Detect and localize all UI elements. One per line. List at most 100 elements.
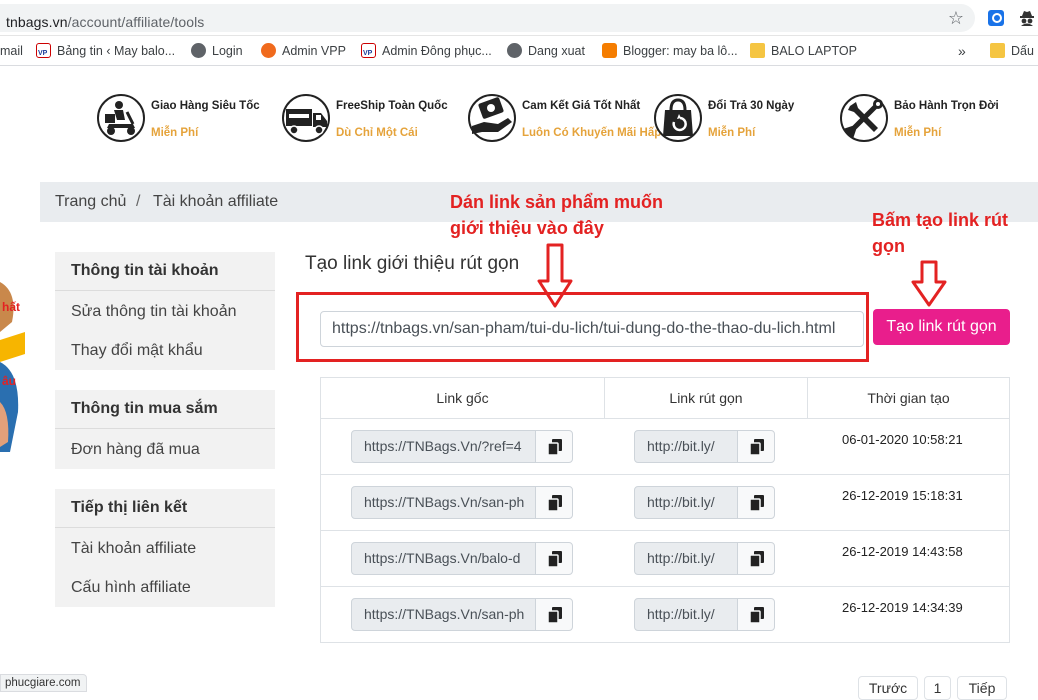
short-link-field[interactable]: http://bit.ly/	[634, 486, 738, 519]
copy-icon	[750, 439, 764, 455]
copy-button[interactable]	[535, 430, 573, 463]
created-date: 26-12-2019 14:34:39	[842, 600, 963, 615]
pagination-next-button[interactable]: Tiếp	[957, 676, 1007, 700]
row-divider	[321, 474, 1009, 475]
original-link-field[interactable]: https://TNBags.Vn/?ref=4	[351, 430, 536, 463]
product-url-input[interactable]	[320, 311, 864, 347]
sidebar-item-affiliate-account[interactable]: Tài khoản affiliate	[71, 540, 196, 558]
browser-address-bar: tnbags.vn/account/affiliate/tools ☆	[0, 0, 1038, 36]
bookmark-admin-vpp[interactable]: Admin VPP	[261, 43, 346, 61]
delivery-scooter-icon	[97, 94, 145, 142]
sidebar-section-title: Tiếp thị liên kết	[71, 499, 188, 516]
copy-button[interactable]	[535, 542, 573, 575]
copy-icon	[750, 495, 764, 511]
folder-icon	[750, 43, 765, 58]
annotation-line: Bấm tạo link rút	[872, 210, 1009, 230]
extension-search-icon[interactable]	[988, 10, 1004, 26]
bookmark-label: Admin VPP	[282, 44, 346, 58]
bookmark-label: Admin Đông phục...	[382, 44, 492, 58]
short-link-field[interactable]: http://bit.ly/	[634, 430, 738, 463]
feature-lifetime-warranty: Bảo Hành Trọn Đời Miễn Phí	[840, 94, 1020, 160]
feature-subtitle: Miễn Phí	[894, 127, 942, 139]
bookmark-dau[interactable]: Dấu	[990, 43, 1034, 61]
pagination-prev-button[interactable]: Trước	[858, 676, 918, 700]
copy-button[interactable]	[737, 598, 775, 631]
copy-button[interactable]	[737, 430, 775, 463]
bookmark-label: mail	[0, 44, 23, 58]
original-link-field[interactable]: https://TNBags.Vn/balo-d	[351, 542, 536, 575]
copy-icon	[548, 551, 562, 567]
money-hand-icon	[468, 94, 516, 142]
globe-icon	[191, 43, 206, 58]
url-text[interactable]: tnbags.vn/account/affiliate/tools	[6, 14, 204, 30]
bookmark-login[interactable]: Login	[191, 43, 243, 61]
arrow-down-icon	[911, 260, 947, 307]
sidebar-section-title: Thông tin mua sắm	[71, 400, 218, 417]
feature-freeship: FreeShip Toàn Quốc Dù Chỉ Một Cái	[282, 94, 462, 160]
banner-text: hất	[2, 300, 20, 314]
left-promo-banner[interactable]: hất âu	[0, 262, 25, 452]
copy-button[interactable]	[535, 598, 573, 631]
sidebar-item-affiliate-config[interactable]: Cấu hình affiliate	[71, 579, 191, 597]
copy-button[interactable]	[737, 542, 775, 575]
copy-button[interactable]	[737, 486, 775, 519]
sidebar-item-change-password[interactable]: Thay đổi mật khẩu	[71, 342, 203, 360]
feature-fast-delivery: Giao Hàng Siêu Tốc Miễn Phí	[97, 94, 277, 160]
feature-title: Cam Kết Giá Tốt Nhất	[522, 100, 641, 112]
original-link-field[interactable]: https://TNBags.Vn/san-ph	[351, 598, 536, 631]
original-link-field[interactable]: https://TNBags.Vn/san-ph	[351, 486, 536, 519]
bookmark-label: Dang xuat	[528, 44, 585, 58]
sidebar-item-edit-account[interactable]: Sửa thông tin tài khoản	[71, 303, 237, 321]
annotation-paste-text: Dán link sản phẩm muốn giới thiệu vào đâ…	[450, 189, 663, 241]
url-field[interactable]: tnbags.vn/account/affiliate/tools	[0, 4, 975, 32]
pagination-page-1[interactable]: 1	[924, 676, 951, 700]
created-date: 26-12-2019 14:43:58	[842, 544, 963, 559]
breadcrumb-home-link[interactable]: Trang chủ	[55, 193, 126, 211]
bookmark-bang-tin[interactable]: Bảng tin ‹ May balo...	[36, 43, 176, 62]
sidebar-section-header: Thông tin mua sắm	[55, 390, 275, 429]
annotation-click-text: Bấm tạo link rút gọn	[872, 207, 1008, 259]
bookmark-label: Login	[212, 44, 243, 58]
sidebar-shopping-section: Thông tin mua sắm Đơn hàng đã mua	[55, 390, 275, 469]
bookmarks-overflow-button[interactable]: »	[958, 43, 966, 61]
column-header-short: Link rút gọn	[669, 390, 743, 406]
bookmark-label: Blogger: may ba lô...	[623, 44, 738, 58]
breadcrumb-current: Tài khoản affiliate	[153, 193, 279, 210]
bookmark-balo-laptop[interactable]: BALO LAPTOP	[750, 43, 857, 61]
row-divider	[321, 530, 1009, 531]
shopping-bag-icon	[654, 94, 702, 142]
bookmark-dang-xuat[interactable]: Dang xuat	[507, 43, 585, 61]
short-link-field[interactable]: http://bit.ly/	[634, 598, 738, 631]
copy-button[interactable]	[535, 486, 573, 519]
feature-subtitle: Miễn Phí	[708, 127, 756, 139]
annotation-line: giới thiệu vào đây	[450, 218, 604, 238]
truck-icon	[282, 94, 330, 142]
bookmark-admin-dong-phuc[interactable]: Admin Đông phục...	[361, 43, 492, 62]
sidebar-section-title: Thông tin tài khoản	[71, 262, 219, 279]
feature-subtitle: Luôn Có Khuyến Mãi Hấp Dẫn	[522, 127, 687, 139]
bookmark-blogger[interactable]: Blogger: may ba lô...	[602, 43, 738, 61]
folder-icon	[990, 43, 1005, 58]
created-date: 06-01-2020 10:58:21	[842, 432, 963, 447]
feature-title: Đổi Trả 30 Ngày	[708, 100, 795, 112]
blogger-icon	[602, 43, 617, 58]
arrow-down-icon	[537, 243, 573, 308]
copy-icon	[548, 439, 562, 455]
sidebar-item-orders[interactable]: Đơn hàng đã mua	[71, 441, 200, 459]
bookmark-label: Bảng tin ‹ May balo...	[57, 44, 176, 58]
feature-subtitle: Dù Chỉ Một Cái	[336, 127, 418, 139]
short-link-field[interactable]: http://bit.ly/	[634, 542, 738, 575]
extension-incognito-icon[interactable]	[1019, 9, 1035, 27]
sidebar-affiliate-section: Tiếp thị liên kết Tài khoản affiliate Cấ…	[55, 489, 275, 607]
feature-title: Bảo Hành Trọn Đời	[894, 100, 999, 112]
sidebar-section-header: Tiếp thị liên kết	[55, 489, 275, 528]
bookmark-mail[interactable]: mail	[0, 43, 23, 61]
globe-icon	[507, 43, 522, 58]
vp-logo-icon	[361, 43, 376, 62]
bookmark-star-icon[interactable]: ☆	[946, 8, 966, 28]
annotation-line: gọn	[872, 236, 905, 256]
create-short-link-button[interactable]: Tạo link rút gọn	[873, 309, 1010, 345]
bookmarks-bar: mail Bảng tin ‹ May balo... Login Admin …	[0, 36, 1038, 66]
created-date: 26-12-2019 15:18:31	[842, 488, 963, 503]
banner-text: âu	[2, 374, 17, 388]
